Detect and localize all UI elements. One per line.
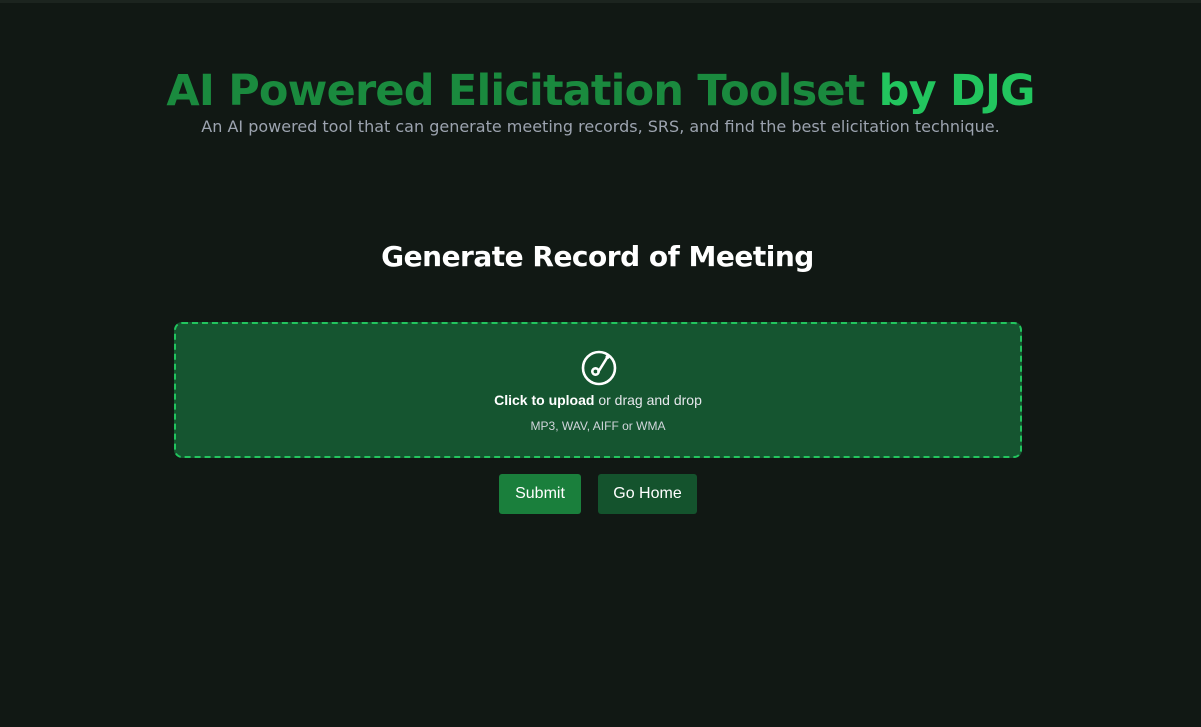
upload-cta-bold[interactable]: Click to upload [494,392,594,408]
page-title: AI Powered Elicitation Toolset by DJG [0,62,1201,120]
page-header: AI Powered Elicitation Toolset by DJG An… [0,62,1201,138]
page-title-main: AI Powered Elicitation Toolset [166,66,865,116]
section-title: Generate Record of Meeting [381,240,814,273]
upload-instructions: Click to upload or drag and drop [176,390,1020,410]
file-upload-dropzone[interactable]: Click to upload or drag and drop MP3, WA… [174,322,1022,458]
page-title-accent: by DJG [878,66,1036,116]
submit-button[interactable]: Submit [499,474,581,514]
go-home-button[interactable]: Go Home [598,474,697,514]
audio-disc-icon [581,350,617,386]
upload-formats: MP3, WAV, AIFF or WMA [530,419,666,433]
top-divider [0,0,1201,3]
upload-cta-rest: or drag and drop [598,392,702,408]
